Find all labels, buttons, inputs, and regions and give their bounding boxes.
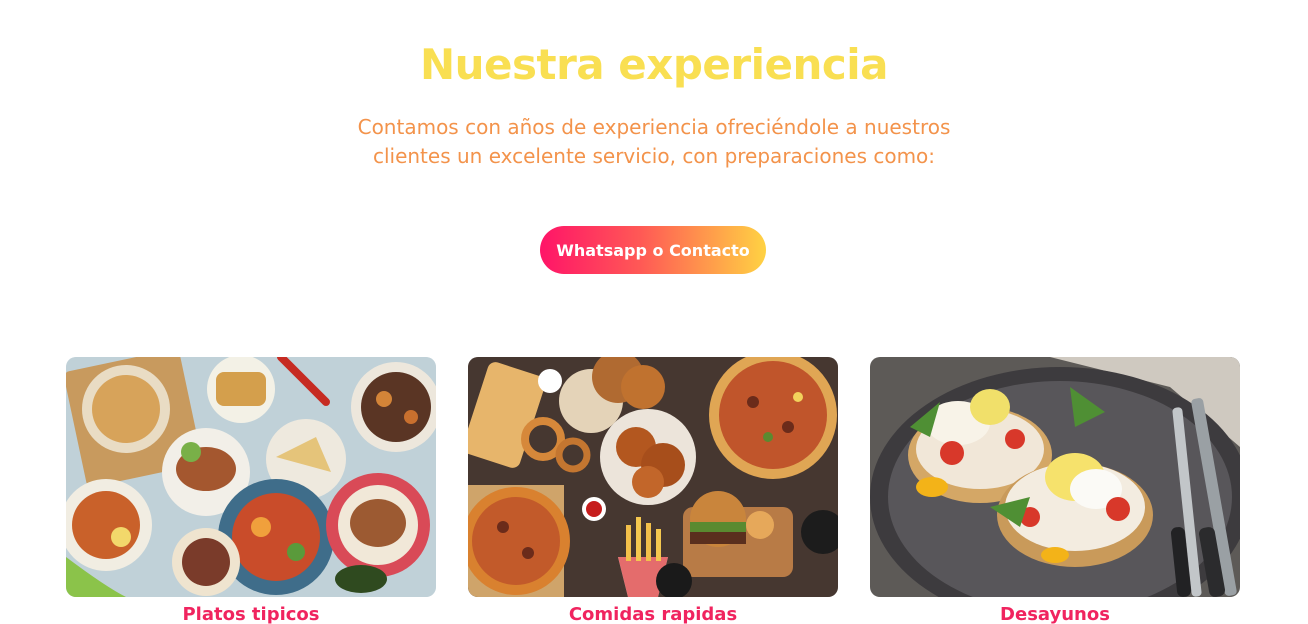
- card-caption-desayunos: Desayunos: [1000, 604, 1110, 624]
- section-subtitle: Contamos con años de experiencia ofrecié…: [357, 115, 951, 168]
- card-image-comidas-rapidas: [468, 357, 838, 597]
- card-image-platos-tipicos: [66, 357, 436, 597]
- card-image-desayunos: [870, 357, 1240, 597]
- card-desayunos[interactable]: Desayunos: [870, 357, 1240, 624]
- section-title: Nuestra experiencia: [419, 40, 889, 89]
- card-platos-tipicos[interactable]: Platos tipicos: [66, 357, 436, 624]
- card-caption-comidas-rapidas: Comidas rapidas: [568, 604, 738, 624]
- card-caption-platos-tipicos: Platos tipicos: [182, 604, 320, 624]
- whatsapp-contact-button[interactable]: Whatsapp o Contacto: [540, 226, 766, 274]
- card-comidas-rapidas[interactable]: Comidas rapidas: [468, 357, 838, 624]
